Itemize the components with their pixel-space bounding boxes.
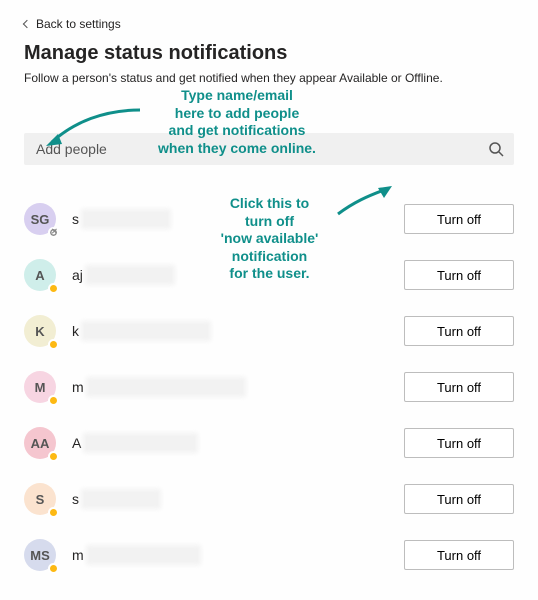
add-people-field[interactable] [24,133,514,165]
turn-off-button[interactable]: Turn off [404,316,514,346]
redacted-name [86,377,246,397]
person-name: s [72,209,404,229]
person-row: AAATurn off [24,415,514,471]
person-row: Aaj Turn off [24,247,514,303]
person-name: m [72,545,404,565]
redacted-name [86,545,201,565]
redacted-name [85,265,175,285]
people-list: SG s Turn off Aaj Turn off Kk Turn off Mm Turn o… [24,189,514,583]
redacted-name [83,433,198,453]
person-row: Ss Turn off [24,471,514,527]
person-name-prefix: k [72,323,79,339]
redacted-name [81,321,211,341]
redacted-name [81,489,161,509]
away-presence-icon [48,451,59,462]
person-name-prefix: m [72,379,84,395]
person-name-prefix: s [72,491,79,507]
page-subtitle: Follow a person's status and get notifie… [24,71,514,85]
avatar: K [24,315,56,347]
away-presence-icon [48,507,59,518]
away-presence-icon [48,283,59,294]
avatar: SG [24,203,56,235]
avatar: AA [24,427,56,459]
chevron-left-icon [23,20,31,28]
person-name-prefix: A [72,435,81,451]
avatar: S [24,483,56,515]
offline-presence-icon [48,227,59,238]
person-name-prefix: aj [72,267,83,283]
add-people-input[interactable] [34,140,488,158]
turn-off-button[interactable]: Turn off [404,484,514,514]
person-row: Kk Turn off [24,303,514,359]
away-presence-icon [48,563,59,574]
away-presence-icon [48,395,59,406]
person-name: aj [72,265,404,285]
person-row: MS m Turn off [24,527,514,583]
away-presence-icon [48,339,59,350]
avatar: MS [24,539,56,571]
turn-off-button[interactable]: Turn off [404,204,514,234]
turn-off-button[interactable]: Turn off [404,260,514,290]
person-name: k [72,321,404,341]
turn-off-button[interactable]: Turn off [404,540,514,570]
avatar: A [24,259,56,291]
turn-off-button[interactable]: Turn off [404,428,514,458]
turn-off-button[interactable]: Turn off [404,372,514,402]
person-name-prefix: s [72,211,79,227]
person-row: SG s Turn off [24,191,514,247]
redacted-name [81,209,171,229]
person-row: Mm Turn off [24,359,514,415]
back-link-label: Back to settings [36,17,121,31]
person-name: s [72,489,404,509]
person-name: m [72,377,404,397]
back-to-settings-link[interactable]: Back to settings [24,17,121,31]
avatar: M [24,371,56,403]
person-name-prefix: m [72,547,84,563]
search-icon [488,141,504,157]
person-name: A [72,433,404,453]
page-title: Manage status notifications [24,42,514,65]
